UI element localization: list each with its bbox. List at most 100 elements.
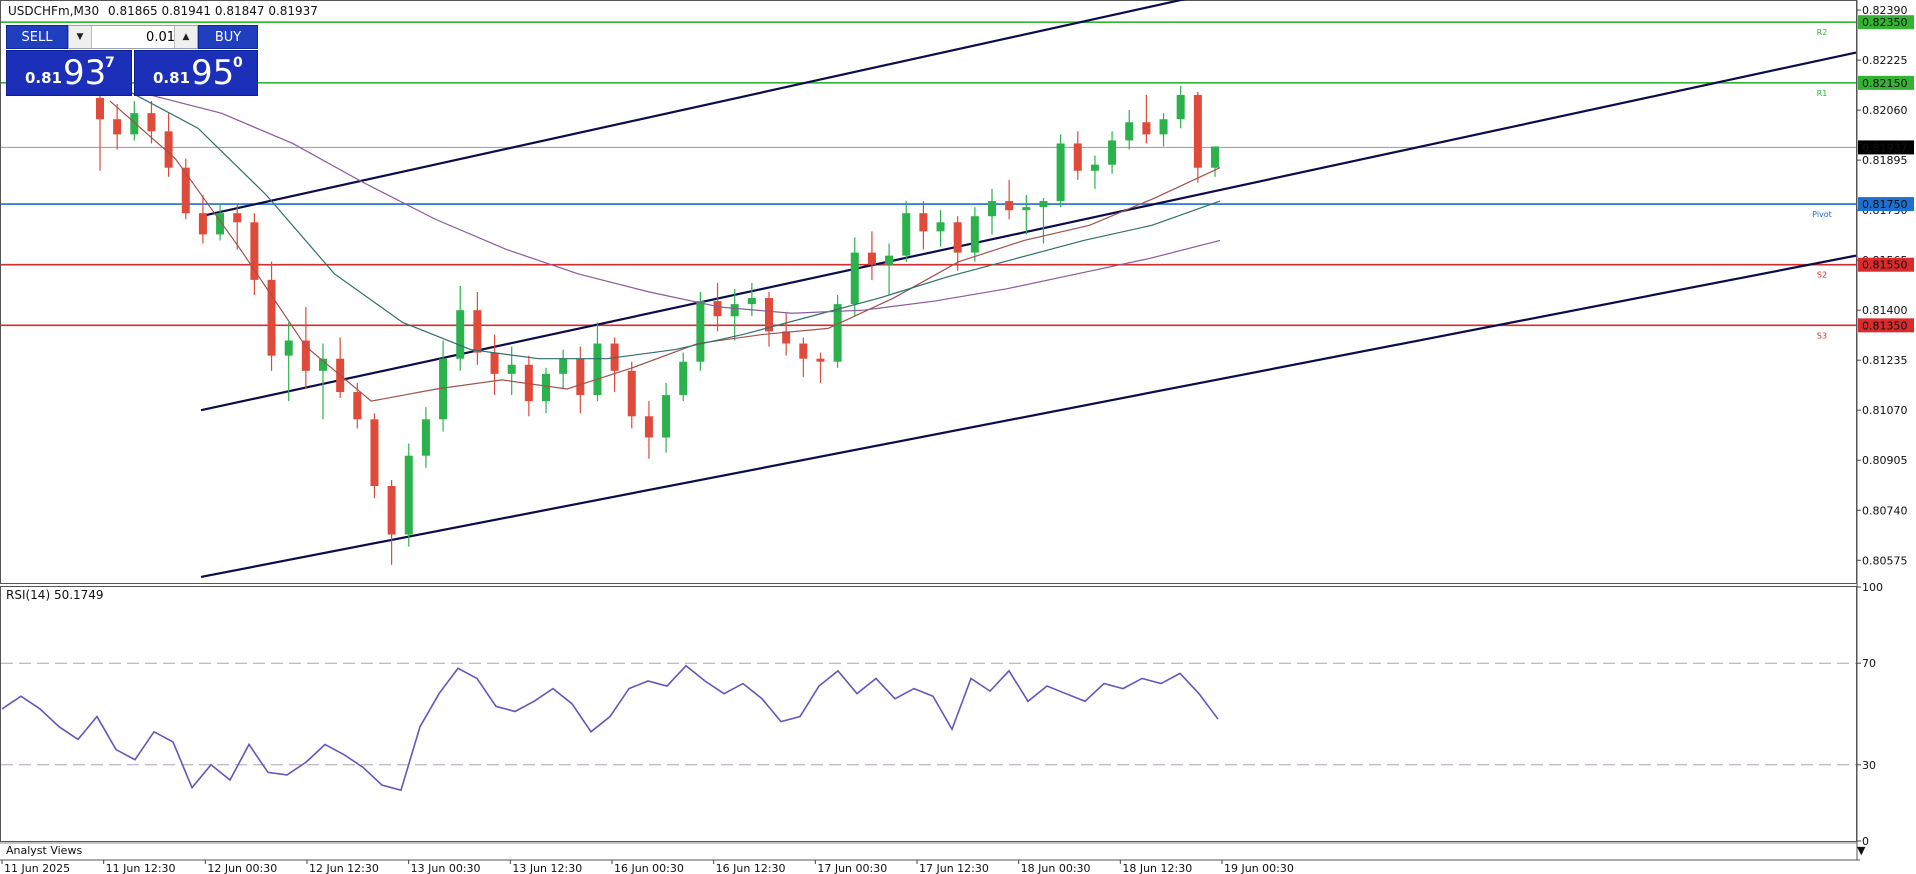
time-tick-label: 17 Jun 12:30 — [919, 862, 989, 874]
candle-body — [662, 395, 671, 438]
trend-channel-line[interactable] — [200, 0, 1190, 218]
candle-body — [404, 455, 413, 535]
pivot-level-name: R1 — [1817, 89, 1828, 98]
candle-body — [1090, 164, 1099, 171]
symbol-info: USDCHFm,M30 — [8, 4, 99, 18]
candle-body — [181, 167, 190, 214]
price-tick-label: 0.82225 — [1862, 54, 1908, 67]
candle-body — [542, 373, 550, 402]
sell-button[interactable]: SELL — [6, 25, 68, 49]
candle-body — [576, 358, 585, 396]
candle-body — [1108, 140, 1117, 165]
candle-body — [867, 252, 876, 265]
candle-body — [1056, 143, 1065, 202]
candle-body — [885, 255, 894, 265]
rsi-tick-label: 70 — [1862, 657, 1876, 670]
candle-body — [593, 343, 602, 396]
price-tick-label: 0.80905 — [1862, 454, 1908, 467]
time-tick-label: 17 Jun 00:30 — [817, 862, 887, 874]
candle-body — [953, 222, 962, 253]
pivot-price-label: 0.81550 — [1862, 259, 1908, 272]
main-pane-frame — [0, 0, 1857, 584]
candle-body — [782, 331, 791, 344]
trend-channel-line[interactable] — [200, 254, 1857, 579]
price-tick-label: 0.80575 — [1862, 554, 1908, 567]
moving-average-line — [109, 100, 1221, 402]
candle-body — [1193, 94, 1202, 168]
time-tick-label: 13 Jun 00:30 — [411, 862, 481, 874]
candle-body — [970, 216, 979, 253]
candle-body — [1142, 122, 1151, 135]
time-tick-label: 19 Jun 00:30 — [1224, 862, 1294, 874]
buy-button[interactable]: BUY — [198, 25, 258, 49]
candle-body — [644, 416, 653, 438]
candle-body — [387, 486, 396, 535]
sell-quote-prefix: 0.81 — [25, 69, 63, 87]
candle-body — [284, 340, 293, 356]
candle-body — [988, 201, 996, 217]
candle-body — [147, 113, 156, 132]
candle-body — [627, 370, 636, 417]
pivot-level-name: S3 — [1817, 331, 1827, 340]
chart-canvas[interactable]: R2 R1 Pivot S2 S3 0.82390 0.82225 0.82060 0.818… — [0, 0, 1916, 874]
pivot-price-label: 0.82350 — [1862, 16, 1908, 29]
lot-increase-icon[interactable]: ▲ — [174, 26, 197, 48]
candle-body — [1073, 143, 1082, 171]
rsi-pane — [1, 662, 1856, 792]
price-tick-label: 0.82390 — [1862, 4, 1908, 17]
time-tick-label: 18 Jun 00:30 — [1021, 862, 1091, 874]
time-tick-label: 13 Jun 12:30 — [512, 862, 582, 874]
candle-body — [730, 304, 739, 317]
buy-quote-prefix: 0.81 — [153, 69, 191, 87]
scroll-down-icon[interactable]: ▼ — [1857, 844, 1866, 857]
sell-quote[interactable]: 0.81 93 7 — [6, 50, 132, 96]
lot-decrease-icon[interactable]: ▼ — [69, 26, 92, 48]
time-tick-label: 12 Jun 12:30 — [309, 862, 379, 874]
candle-body — [490, 352, 499, 374]
time-tick-label: 11 Jun 2025 — [4, 862, 70, 874]
main-pane: R2 R1 Pivot S2 S3 — [1, 0, 1857, 579]
axis-layer: 0.82390 0.82225 0.82060 0.81895 0.81 7 30 0.815… — [1, 4, 1914, 874]
time-tick-label: 16 Jun 12:30 — [716, 862, 786, 874]
rsi-line — [1, 664, 1219, 792]
candle-body — [473, 310, 482, 353]
candle-body — [507, 364, 516, 374]
candle-body — [456, 310, 465, 359]
buy-quote[interactable]: 0.81 95 0 — [134, 50, 258, 96]
buy-quote-pips: 95 — [191, 53, 235, 93]
candle-body — [919, 213, 928, 232]
price-tick-label: 0.81400 — [1862, 304, 1908, 317]
buy-quote-fraction: 0 — [233, 55, 243, 71]
rsi-title: RSI(14) 50.1749 — [6, 588, 104, 602]
trend-channel-line[interactable] — [200, 51, 1857, 412]
candle-body — [250, 222, 259, 280]
time-tick-label: 11 Jun 12:30 — [106, 862, 176, 874]
pivot-level-name: R2 — [1817, 28, 1828, 37]
price-tick-label: 0.80740 — [1862, 504, 1908, 517]
time-tick-label: 12 Jun 00:30 — [207, 862, 277, 874]
current-price-label: 0.81937 — [1862, 141, 1908, 154]
price-tick-label: 0.81070 — [1862, 404, 1908, 417]
sell-quote-fraction: 7 — [105, 55, 115, 71]
candle-body — [1005, 201, 1014, 211]
candle-body — [1159, 119, 1168, 135]
candle-body — [713, 301, 722, 317]
one-click-trading-panel: SELL ▼ ▲ BUY 0.81 93 7 0.81 95 0 — [6, 25, 258, 97]
candle-body — [301, 340, 310, 371]
candle-body — [679, 361, 688, 396]
sell-quote-pips: 93 — [63, 53, 107, 93]
candle-body — [370, 419, 379, 486]
lot-size-input[interactable] — [93, 27, 179, 47]
candle-body — [198, 213, 207, 235]
lot-size-control: ▼ ▲ — [68, 25, 198, 49]
candle-body — [833, 304, 842, 362]
price-tick-label: 0.81235 — [1862, 354, 1908, 367]
time-tick-label: 18 Jun 12:30 — [1122, 862, 1192, 874]
candle-body — [353, 392, 362, 420]
analyst-views-label[interactable]: Analyst Views — [6, 844, 82, 857]
candle-body — [696, 301, 705, 362]
candle-body — [559, 358, 568, 374]
candle-body — [1176, 94, 1185, 120]
candle-body — [130, 113, 139, 135]
candle-body — [1211, 146, 1219, 168]
